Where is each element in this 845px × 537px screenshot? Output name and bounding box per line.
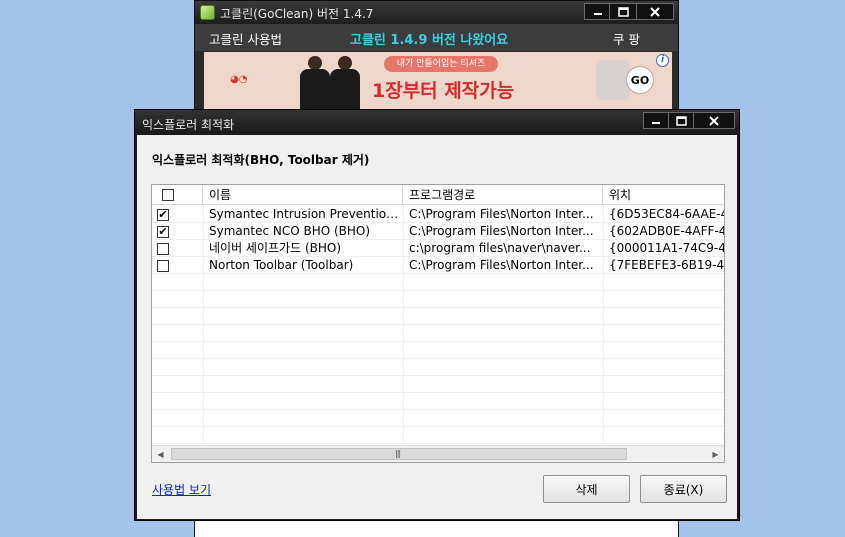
grip-icon: ||| (395, 449, 401, 458)
header-path[interactable]: 프로그램경로 (403, 185, 603, 205)
minimize-icon (594, 12, 602, 15)
ad-headline: 1장부터 제작가능 (372, 80, 515, 102)
table-row[interactable]: ✔ Symantec Intrusion Prevention ... C:\P… (152, 206, 724, 223)
main-minimize-button[interactable] (584, 3, 612, 20)
empty-row (152, 291, 724, 308)
dialog-titlebar[interactable]: 익스플로러 최적화 (135, 110, 739, 135)
row-path: C:\Program Files\Norton Inter... (409, 224, 594, 238)
header-checkbox-column[interactable] (152, 185, 203, 205)
maximize-icon (617, 6, 629, 17)
dialog-title: 익스플로러 최적화 (142, 118, 235, 132)
empty-row (152, 410, 724, 427)
empty-row (152, 376, 724, 393)
empty-row (152, 359, 724, 376)
goclean-app-icon (200, 5, 215, 20)
list-header: 이름 프로그램경로 위치 (152, 185, 724, 205)
row-location: {6D53EC84-6AAE-478 (609, 207, 724, 221)
advertisement-banner[interactable]: ◕◔ 내가 만들어입는 티셔츠 1장부터 제작가능 GO i (204, 52, 672, 110)
row-name: Symantec NCO BHO (BHO) (209, 224, 371, 238)
scroll-thumb[interactable]: ||| (171, 448, 627, 460)
usage-help-link[interactable]: 사용법 보기 (152, 481, 211, 498)
row-name: Symantec Intrusion Prevention ... (209, 207, 403, 221)
dialog-client-area: 익스플로러 최적화(BHO, Toolbar 제거) 이름 프로그램경로 위치 … (137, 135, 737, 519)
ad-model-image (300, 56, 330, 110)
header-location[interactable]: 위치 (603, 185, 724, 205)
minimize-icon (652, 121, 660, 124)
table-row[interactable]: Norton Toolbar (Toolbar) C:\Program File… (152, 257, 724, 274)
main-maximize-button[interactable] (609, 3, 637, 20)
ad-product-image (596, 60, 630, 100)
table-row[interactable]: 네이버 세이프가드 (BHO) c:\program files\naver\n… (152, 240, 724, 257)
ad-model-image (330, 56, 360, 110)
row-checkbox[interactable] (157, 243, 169, 255)
empty-row (152, 308, 724, 325)
table-row[interactable]: ✔ Symantec NCO BHO (BHO) C:\Program File… (152, 223, 724, 240)
close-icon (709, 115, 719, 126)
main-titlebar[interactable]: 고클린(GoClean) 버전 1.4.7 (195, 1, 678, 24)
row-location: {602ADB0E-4AFF-423 (609, 224, 724, 238)
menu-goclean-help[interactable]: 고클린 사용법 (209, 29, 282, 48)
empty-row (152, 393, 724, 410)
maximize-icon (675, 115, 687, 126)
main-window-title: 고클린(GoClean) 버전 1.4.7 (220, 7, 374, 21)
main-close-button[interactable] (636, 3, 674, 20)
row-path: c:\program files\naver\naver... (409, 241, 591, 255)
row-name: Norton Toolbar (Toolbar) (209, 258, 354, 272)
exit-button[interactable]: 종료(X) (640, 475, 727, 503)
row-checkbox[interactable]: ✔ (157, 226, 169, 238)
bho-list-view[interactable]: 이름 프로그램경로 위치 ✔ Symantec Intrusion Preven… (151, 184, 725, 463)
close-icon (650, 6, 660, 17)
row-location: {7FEBEFE3-6B19-434 (609, 258, 725, 272)
header-name[interactable]: 이름 (203, 185, 403, 205)
empty-row (152, 342, 724, 359)
row-path: C:\Program Files\Norton Inter... (409, 207, 594, 221)
select-all-checkbox[interactable] (162, 189, 174, 201)
row-location: {000011A1-74C9-4c7 (609, 241, 724, 255)
empty-row (152, 427, 724, 444)
dialog-maximize-button[interactable] (668, 112, 694, 129)
menu-new-version-notice[interactable]: 고클린 1.4.9 버전 나왔어요 (350, 29, 508, 48)
delete-button[interactable]: 삭제 (543, 475, 630, 503)
ad-brand-logo: ◕◔ (230, 74, 248, 85)
ad-info-icon[interactable]: i (656, 54, 669, 67)
scroll-left-button[interactable]: ◀ (152, 446, 169, 462)
row-checkbox[interactable] (157, 260, 169, 272)
empty-row (152, 274, 724, 291)
menu-coupang[interactable]: 쿠 팡 (613, 29, 640, 48)
ad-pill-text: 내가 만들어입는 티셔츠 (384, 56, 498, 72)
ie-optimize-dialog: 익스플로러 최적화 익스플로러 최적화(BHO, Toolbar 제거) 이름 … (134, 109, 740, 521)
row-checkbox[interactable]: ✔ (157, 209, 169, 221)
ad-go-badge: GO (626, 66, 654, 94)
scroll-right-button[interactable]: ▶ (707, 446, 724, 462)
empty-row (152, 325, 724, 342)
dialog-close-button[interactable] (693, 112, 735, 129)
row-name: 네이버 세이프가드 (BHO) (209, 241, 342, 255)
dialog-heading: 익스플로러 최적화(BHO, Toolbar 제거) (152, 153, 370, 167)
horizontal-scrollbar[interactable]: ◀ ||| ▶ (152, 445, 724, 462)
row-path: C:\Program Files\Norton Inter... (409, 258, 594, 272)
main-menubar: 고클린 사용법 고클린 1.4.9 버전 나왔어요 쿠 팡 (195, 24, 678, 51)
dialog-minimize-button[interactable] (643, 112, 669, 129)
